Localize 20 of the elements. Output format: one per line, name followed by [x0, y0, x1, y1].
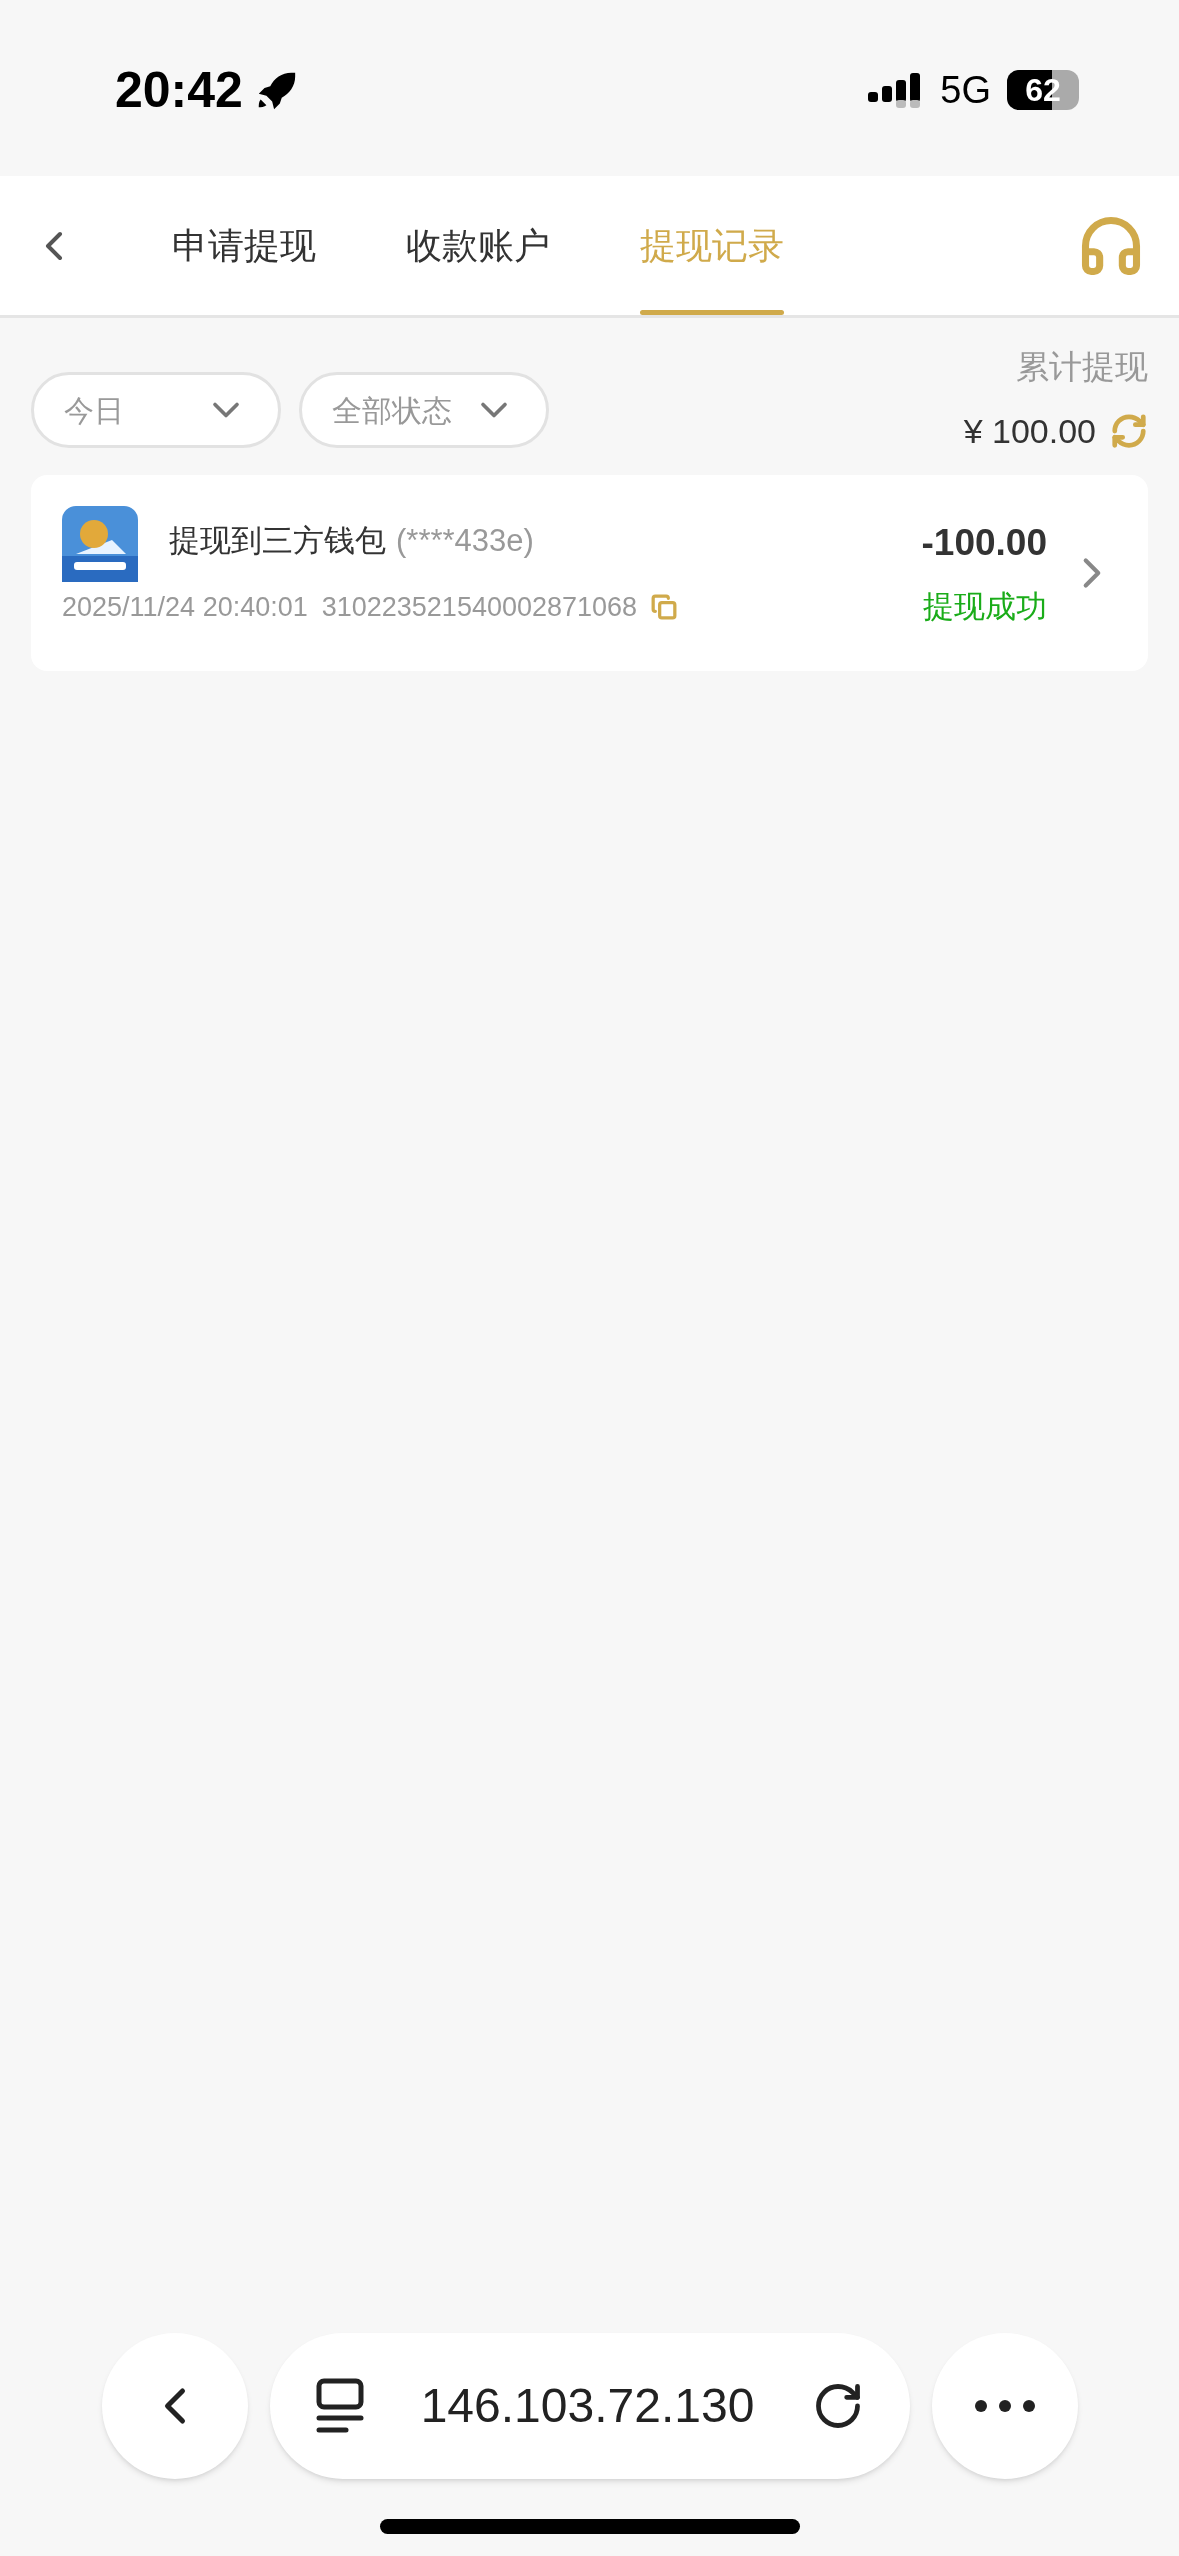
network-label: 5G [940, 67, 991, 113]
refresh-icon[interactable] [1110, 412, 1148, 450]
address-bar[interactable]: 146.103.72.130 [269, 2333, 910, 2479]
record-card[interactable]: 提现到三方钱包 (****433e) 2025/11/24 20:40:01 310223521540002871068 -100.00 提现成功 [31, 474, 1148, 671]
order-number: 310223521540002871068 [321, 590, 638, 624]
record-status: 提现成功 [923, 588, 1047, 626]
status-time: 20:42 [115, 60, 243, 120]
tab[interactable]: 申请提现 [172, 176, 316, 315]
tab[interactable]: 收款账户 [406, 176, 550, 315]
record-amount: -100.00 [921, 520, 1047, 565]
address-text: 146.103.72.130 [420, 2378, 755, 2434]
record-time: 2025/11/24 20:40:01 [62, 590, 308, 624]
wallet-app-icon [62, 505, 138, 582]
account-number: (****433e) [396, 522, 534, 560]
total-amount: ¥ 100.00 [963, 410, 1096, 452]
more-icon [973, 2399, 1036, 2413]
record-title: 提现到三方钱包 [169, 522, 386, 560]
copy-icon[interactable] [651, 593, 678, 620]
total-label: 累计提现 [1016, 347, 1148, 387]
page-menu-icon[interactable] [315, 2378, 364, 2434]
